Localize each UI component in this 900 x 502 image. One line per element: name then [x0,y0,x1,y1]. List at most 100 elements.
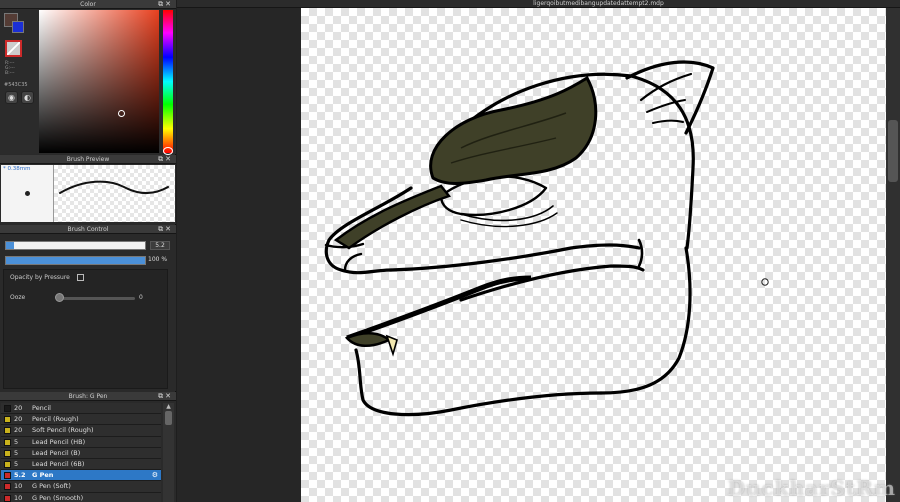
document-tab-bar: ligerqoibutmedibangupdatedattempt2.mdp [177,0,900,8]
brush-size: 20 [14,415,23,424]
brush-size: 5 [14,459,19,468]
brush-color-swatch [4,438,11,446]
transparent-color-swatch[interactable] [5,40,22,57]
brush-name: Pencil [32,404,51,412]
brush-list-item[interactable]: 20 Pencil [1,403,161,415]
brush-color-swatch [4,472,11,480]
brush-color-swatch [4,494,11,502]
canvas-vertical-scrollbar[interactable] [886,8,900,502]
color-panel-body: R:--- G:--- B:--- #543C35 ◉ ◐ [0,9,176,155]
brush-size-value[interactable]: 5.2 [150,241,170,250]
rgb-readout: R:--- G:--- B:--- [5,61,15,76]
close-icon[interactable]: ✕ [165,155,173,163]
artwork-liger-head [324,60,769,417]
hex-readout: #543C35 [4,82,28,88]
color-panel: Color ⧉✕ R:--- G:--- B:--- #543C35 ◉ ◐ [0,0,176,155]
brush-color-swatch [4,460,11,468]
brush-list-item[interactable]: 20 Pencil (Rough) [1,414,161,426]
hue-slider[interactable] [163,10,173,153]
opacity-fill [6,257,145,264]
brush-name: Lead Pencil (HB) [32,437,86,446]
brush-name: G Pen (Soft) [32,482,71,491]
brush-name: Lead Pencil (B) [32,448,81,457]
brush-name: Pencil (Rough) [32,415,79,424]
brush-list-item[interactable]: 5 Lead Pencil (HB) [1,436,161,448]
opacity-by-pressure-label: Opacity by Pressure [10,274,70,281]
canvas-scroll-thumb[interactable] [888,120,898,182]
brush-size: 5 [14,448,19,457]
brush-color-swatch [4,405,11,412]
opacity-slider[interactable] [5,256,146,265]
brush-tip-preview: * 0.38mm [1,165,54,222]
brush-size: 20 [14,404,23,412]
brush-panel-header: Brush: G Pen ⧉✕ [0,392,176,401]
ooze-value: 0 [139,294,143,301]
color-panel-title: Color [80,1,96,8]
artist-watermark: DuckharStRm [727,476,896,500]
brush-name: G Pen (Smooth) [32,493,84,502]
brush-size-slider[interactable] [5,241,146,250]
close-icon[interactable]: ✕ [165,0,173,8]
brush-list-item[interactable]: 20 Soft Pencil (Rough) [1,425,161,437]
brush-list-item[interactable]: 5 Lead Pencil (B) [1,447,161,459]
brush-color-swatch [4,483,11,491]
brush-list-item[interactable]: 10 G Pen (Smooth) [1,492,161,502]
brush-panel-title: Brush: G Pen [68,393,108,400]
brush-size: 20 [14,426,23,435]
opacity-value: 100 % [148,256,168,263]
brush-size: 10 [14,493,23,502]
document-tab[interactable]: ligerqoibutmedibangupdatedattempt2.mdp [177,0,900,8]
drawing-canvas[interactable] [301,8,886,502]
close-icon[interactable]: ✕ [165,225,173,233]
stroke-sample [59,180,169,194]
saturation-value-picker[interactable] [39,10,159,153]
fg-bg-swatches [4,13,26,35]
brush-preview-panel: Brush Preview ⧉✕ * 0.38mm [0,155,176,224]
brush-name: Lead Pencil (6B) [32,459,85,468]
left-panel: Color ⧉✕ R:--- G:--- B:--- #543C35 ◉ ◐ B… [0,0,176,502]
brush-preview-title: Brush Preview [66,156,110,163]
document-title: ligerqoibutmedibangupdatedattempt2.mdp [533,0,664,7]
brush-tip-dot [25,191,30,196]
gear-icon[interactable]: ⚙ [152,470,158,481]
brush-list-item[interactable]: 5.2 G Pen ⚙ [1,470,161,482]
color-picker-icon[interactable]: ◉ [5,91,18,104]
brush-control-panel: Brush Control ⧉✕ 5.2 100 % Opacity by Pr… [0,225,176,391]
brush-name: Soft Pencil (Rough) [32,426,94,435]
brush-settings-area: Opacity by Pressure Ooze 0 [3,269,168,389]
ooze-slider-handle[interactable] [55,293,64,302]
ooze-label: Ooze [10,294,26,301]
brush-size: 10 [14,482,23,491]
brush-color-swatch [4,449,11,457]
brush-preview-header: Brush Preview ⧉✕ [0,155,176,164]
brush-list-item[interactable]: 5 Lead Pencil (6B) [1,458,161,471]
brush-control-header: Brush Control ⧉✕ [0,225,176,234]
medibang-window: Color ⧉✕ R:--- G:--- B:--- #543C35 ◉ ◐ B… [0,0,900,502]
color-panel-header: Color ⧉✕ [0,0,176,9]
brush-color-swatch [4,427,11,435]
sv-cursor[interactable] [118,110,125,117]
brush-preview-body: * 0.38mm [1,165,175,222]
brush-size: 5 [14,437,19,446]
brush-size-fill [6,242,15,249]
brush-control-title: Brush Control [67,226,109,233]
brush-color-swatch [4,416,11,424]
brush-list-scroll-thumb[interactable] [165,411,172,425]
brush-name: G Pen [32,471,54,480]
scroll-up-icon[interactable]: ▲ [163,403,174,411]
ooze-slider[interactable] [57,297,135,300]
color-mix-icon[interactable]: ◐ [21,91,34,104]
brush-list-item[interactable]: 10 G Pen (Soft) [1,481,161,493]
brush-size-label: * 0.38mm [3,166,31,172]
brush-panel: Brush: G Pen ⧉✕ 20 Pencil 20 Pencil (Rough)… [0,392,176,502]
brush-list: 20 Pencil 20 Pencil (Rough) 20 Soft Pencil (R… [1,403,161,502]
canvas-area[interactable] [177,8,886,502]
background-color-swatch[interactable] [12,21,24,33]
brush-size: 5.2 [14,471,26,480]
b-value: B:--- [5,71,15,76]
brush-stroke-preview [54,165,175,222]
brush-list-scrollbar[interactable]: ▲ [163,403,174,502]
hue-cursor[interactable] [163,147,173,155]
close-icon[interactable]: ✕ [165,392,173,400]
opacity-by-pressure-checkbox[interactable] [77,274,84,281]
